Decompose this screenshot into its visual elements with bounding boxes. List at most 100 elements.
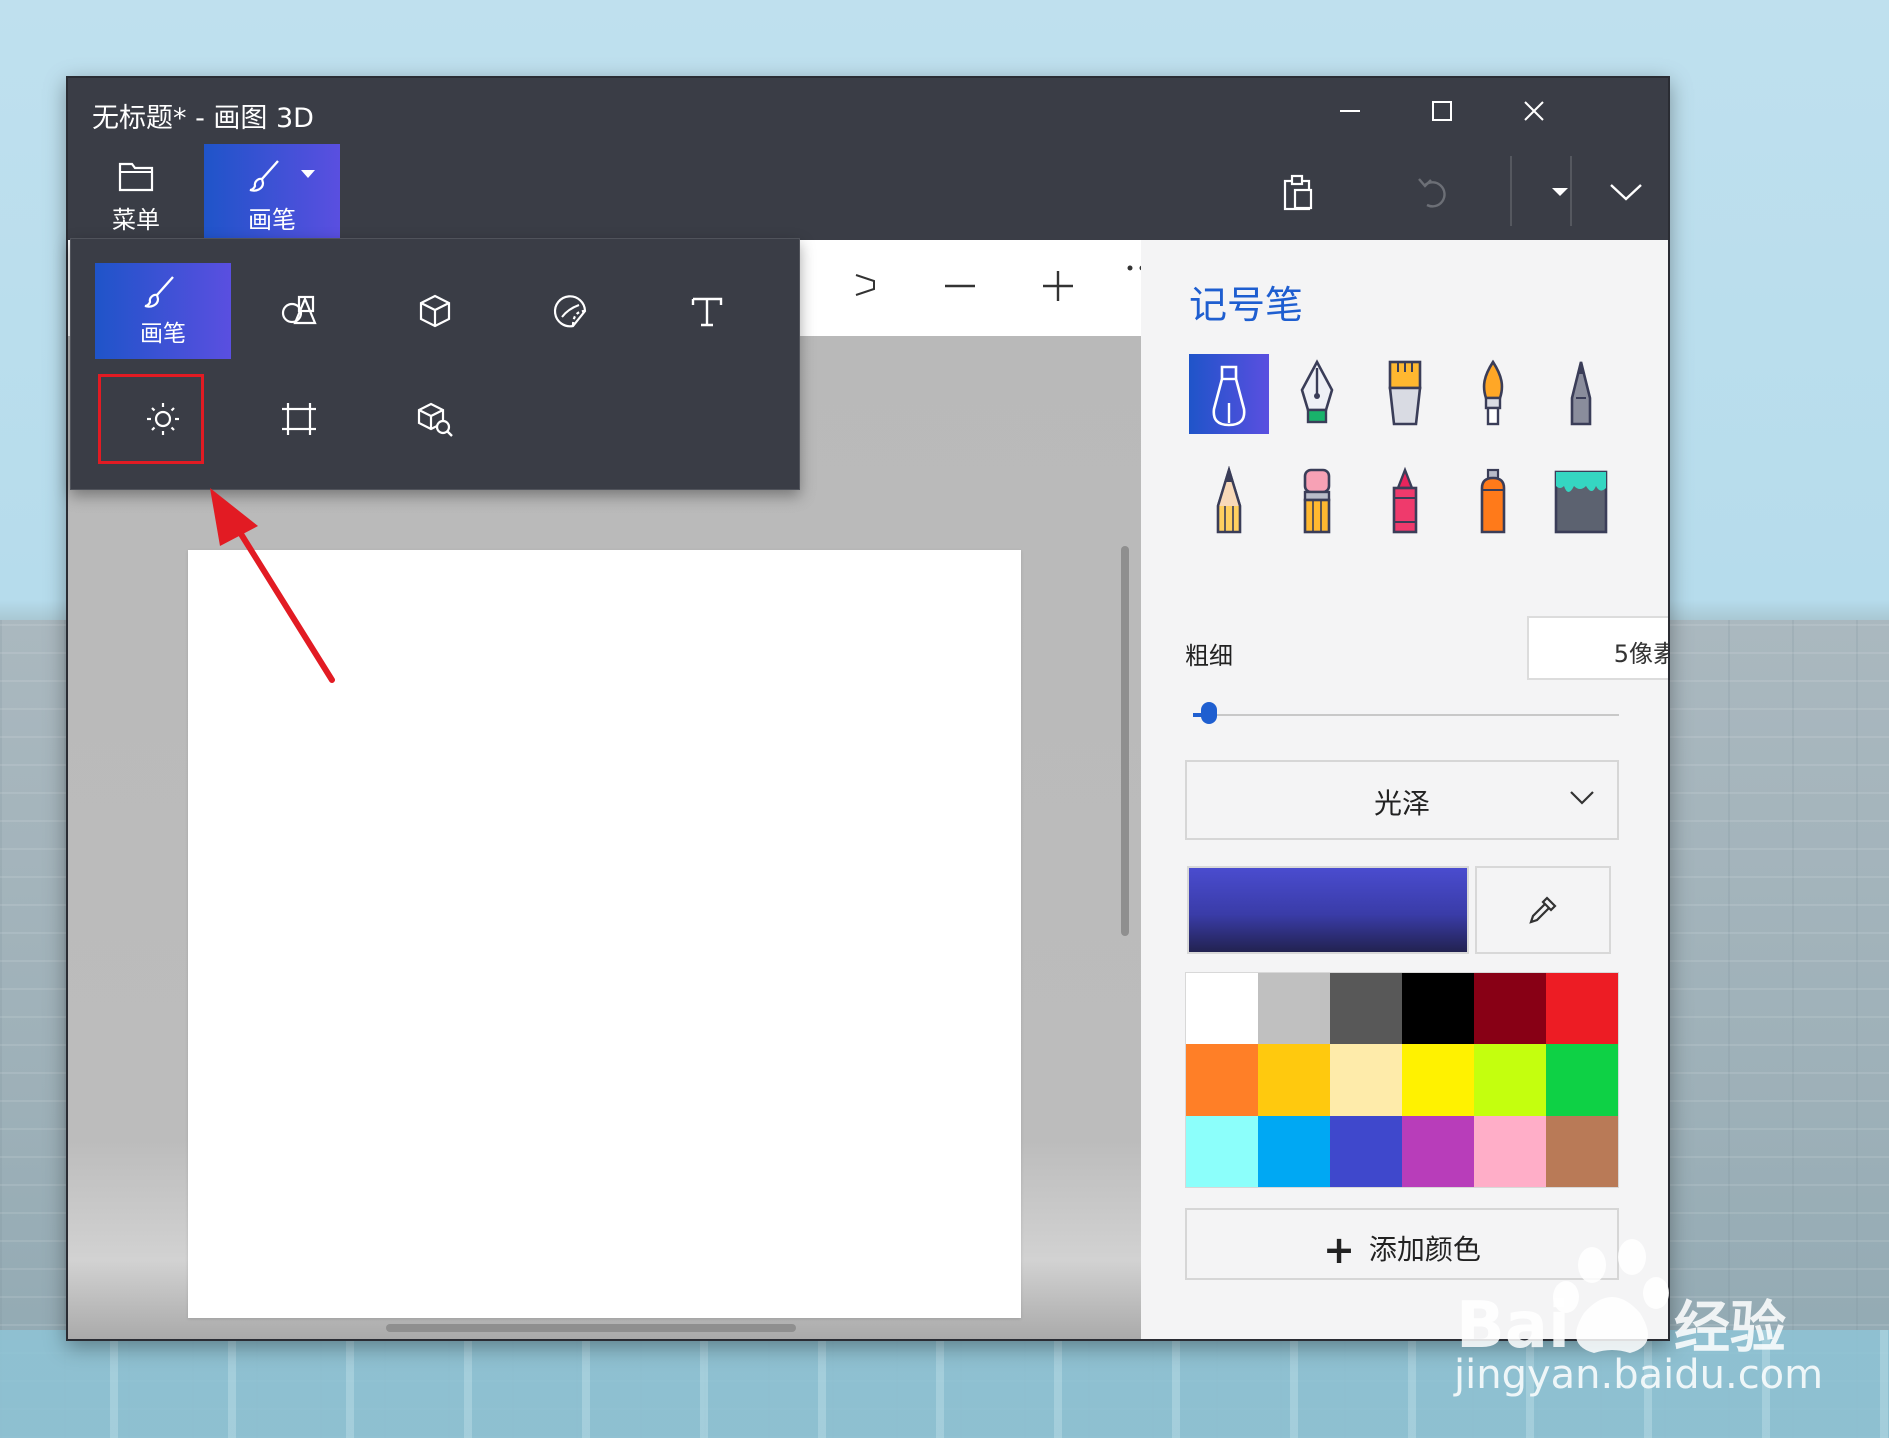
maximize-icon [1432, 101, 1452, 121]
color-swatch[interactable] [1546, 973, 1618, 1045]
color-swatch[interactable] [1258, 1115, 1330, 1187]
watercolor-tool[interactable] [1453, 354, 1533, 434]
spray-can-tool[interactable] [1453, 462, 1533, 542]
color-swatch[interactable] [1474, 1115, 1546, 1187]
view-3d-button[interactable] [838, 258, 894, 314]
spray-can-icon [1480, 468, 1506, 534]
plus-icon: + [1323, 1228, 1355, 1272]
flyout-3d-shapes-button[interactable] [367, 263, 503, 359]
flyout-2d-shapes-button[interactable] [231, 263, 367, 359]
pixel-pen-icon [1570, 361, 1592, 426]
history-dropdown-button[interactable] [1530, 164, 1590, 220]
3d-library-icon [417, 402, 453, 437]
marker-tool[interactable] [1189, 354, 1269, 434]
cube-icon [419, 294, 451, 328]
eyedropper-icon [1529, 896, 1557, 924]
color-swatch[interactable] [1258, 973, 1330, 1045]
color-swatch[interactable] [1330, 1115, 1402, 1187]
2d-shapes-icon [281, 295, 317, 325]
brushes-tab-button[interactable]: 画笔 [204, 144, 340, 240]
close-button[interactable] [1488, 86, 1580, 136]
paint-bucket-icon [1554, 470, 1608, 534]
color-swatch[interactable] [1330, 1044, 1402, 1116]
marker-icon [1212, 365, 1246, 427]
thickness-slider-track[interactable] [1193, 714, 1619, 716]
flyout-brushes-label: 画笔 [140, 321, 186, 347]
pixel-pen-tool[interactable] [1541, 354, 1621, 434]
calligraphy-pen-icon [1300, 359, 1334, 424]
thickness-label: 粗细 [1185, 642, 1233, 670]
close-icon [1524, 101, 1544, 121]
finish-dropdown[interactable]: 光泽 [1185, 760, 1619, 840]
maximize-button[interactable] [1396, 86, 1488, 136]
watermark-url: jingyan.baidu.com [1454, 1352, 1824, 1398]
caret-down-icon [1552, 188, 1568, 196]
plus-icon [1043, 271, 1073, 301]
color-swatch[interactable] [1402, 973, 1474, 1045]
color-swatch[interactable] [1402, 1044, 1474, 1116]
title-bar[interactable]: 无标题* - 画图 3D [68, 78, 1668, 144]
undo-button[interactable] [1402, 164, 1462, 220]
flyout-brushes-button[interactable]: 画笔 [95, 263, 231, 359]
fill-tool[interactable] [1541, 462, 1621, 542]
paste-button[interactable] [1268, 164, 1328, 220]
brush-icon [144, 276, 174, 308]
minus-icon [945, 284, 975, 288]
effects-highlight-annotation [98, 374, 204, 464]
zoom-in-button[interactable] [1030, 258, 1086, 314]
canvas-crop-icon [282, 403, 316, 435]
color-palette [1185, 972, 1619, 1188]
flyout-stickers-button[interactable] [503, 263, 639, 359]
minimize-button[interactable] [1304, 86, 1396, 136]
view-3d-icon [855, 274, 875, 296]
thickness-input[interactable]: 5像素 [1527, 616, 1668, 680]
color-swatch[interactable] [1186, 973, 1258, 1045]
chevron-down-icon [1570, 791, 1594, 805]
dropdown-caret-icon [301, 170, 315, 178]
brush-icon [249, 160, 279, 192]
pencil-tool[interactable] [1189, 462, 1269, 542]
pencil-icon [1216, 466, 1242, 534]
color-swatch[interactable] [1474, 973, 1546, 1045]
panel-title: 记号笔 [1189, 283, 1304, 327]
color-swatch[interactable] [1546, 1115, 1618, 1187]
brush-settings-panel: 记号笔 粗细 5像 光泽 + 添加颜色 [1141, 240, 1668, 1339]
eyedropper-button[interactable] [1475, 866, 1611, 954]
flyout-text-button[interactable] [639, 263, 775, 359]
eraser-tool[interactable] [1277, 462, 1357, 542]
current-color-swatch[interactable] [1187, 866, 1469, 954]
expand-toolbar-button[interactable] [1596, 164, 1656, 220]
color-swatch[interactable] [1402, 1115, 1474, 1187]
vertical-scrollbar[interactable] [1121, 546, 1129, 936]
brush-label: 画笔 [248, 206, 296, 234]
color-swatch[interactable] [1258, 1044, 1330, 1116]
color-swatch[interactable] [1186, 1115, 1258, 1187]
oil-brush-tool[interactable] [1365, 354, 1445, 434]
oil-brush-icon [1388, 360, 1422, 426]
color-swatch[interactable] [1546, 1044, 1618, 1116]
color-swatch[interactable] [1474, 1044, 1546, 1116]
calligraphy-pen-tool[interactable] [1277, 354, 1357, 434]
folder-icon [118, 162, 154, 192]
zoom-out-button[interactable] [932, 258, 988, 314]
separator [1570, 156, 1572, 226]
color-swatch[interactable] [1330, 973, 1402, 1045]
thickness-slider-thumb[interactable] [1201, 702, 1217, 724]
separator [1510, 156, 1512, 226]
clipboard-icon [1283, 174, 1313, 211]
brush-tool-grid [1189, 354, 1629, 554]
chevron-down-icon [1610, 184, 1642, 201]
crayon-icon [1392, 466, 1418, 534]
red-arrow-annotation [210, 488, 335, 683]
window-title: 无标题* - 画图 3D [92, 103, 314, 134]
menu-label: 菜单 [112, 206, 160, 234]
minimize-icon [1340, 110, 1360, 112]
undo-icon [1418, 178, 1446, 208]
sticker-icon [553, 295, 587, 328]
color-swatch[interactable] [1186, 1044, 1258, 1116]
crayon-tool[interactable] [1365, 462, 1445, 542]
flyout-canvas-button[interactable] [231, 371, 367, 467]
horizontal-scrollbar[interactable] [386, 1324, 796, 1332]
menu-button[interactable]: 菜单 [68, 144, 204, 240]
flyout-3d-library-button[interactable] [367, 371, 503, 467]
